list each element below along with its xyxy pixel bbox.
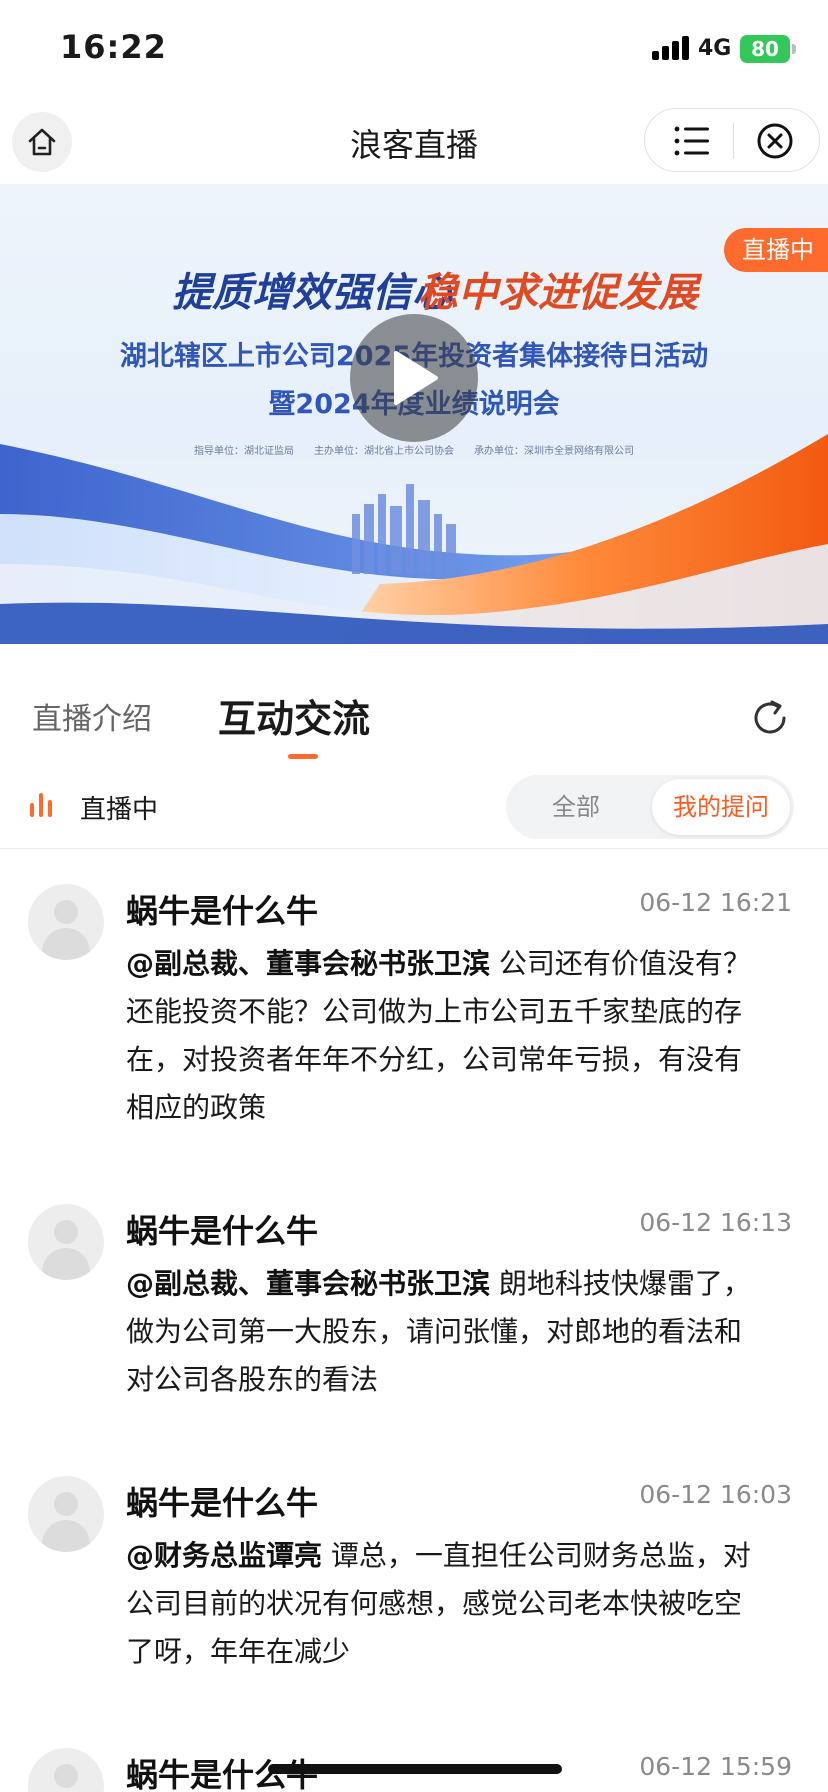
message-mention[interactable]: @副总裁、董事会秘书张卫滨 — [126, 947, 490, 980]
message-time: 06-12 15:59 — [639, 1752, 792, 1781]
battery-level: 80 — [751, 37, 779, 61]
filter-my-questions-button[interactable]: 我的提问 — [652, 779, 790, 835]
battery-icon: 80 — [740, 35, 790, 63]
avatar[interactable] — [28, 1748, 104, 1792]
refresh-icon[interactable] — [748, 696, 792, 740]
question-filter: 全部 我的提问 — [506, 775, 794, 839]
banner-slogan-right: 稳中求进促发展 — [418, 269, 698, 316]
banner-credits: 指导单位：湖北证监局 主办单位：湖北省上市公司协会 承办单位：深圳市全景网络有限… — [194, 446, 634, 457]
banner-slogan-left: 提质增效强信心 — [172, 269, 452, 316]
nav-bar: 浪客直播 — [0, 100, 828, 184]
close-icon[interactable] — [755, 121, 795, 161]
message-time: 06-12 16:21 — [639, 888, 792, 917]
play-icon — [394, 351, 438, 405]
avatar[interactable] — [28, 884, 104, 960]
message-mention[interactable]: @副总裁、董事会秘书张卫滨 — [126, 1267, 490, 1300]
message-author: 蜗牛是什么牛 — [126, 1212, 319, 1250]
play-button[interactable] — [350, 314, 478, 442]
message-text: @副总裁、董事会秘书张卫滨 朗地科技快爆雷了，做为公司第一大股东，请问张懂，对郎… — [126, 1260, 756, 1404]
network-label: 4G — [698, 36, 732, 61]
status-bar: 16:22 4G 80 — [0, 0, 828, 100]
message-author: 蜗牛是什么牛 — [126, 1484, 319, 1522]
message-time: 06-12 16:13 — [639, 1208, 792, 1237]
tab-bar: 直播介绍 互动交流 — [0, 644, 828, 764]
active-tab-indicator — [288, 754, 318, 759]
menu-icon[interactable] — [673, 123, 711, 159]
signal-icon — [652, 36, 690, 60]
message-time: 06-12 16:03 — [639, 1480, 792, 1509]
avatar[interactable] — [28, 1476, 104, 1552]
live-bars-icon — [30, 793, 54, 817]
live-status-label: 直播中 — [80, 795, 159, 825]
filter-bar: 直播中 全部 我的提问 — [0, 765, 828, 849]
message-text: @副总裁、董事会秘书张卫滨 公司还有价值没有？还能投资不能？公司做为上市公司五千… — [126, 940, 756, 1132]
filter-all-button[interactable]: 全部 — [506, 775, 646, 839]
mini-program-capsule — [644, 108, 820, 172]
live-badge: 直播中 — [724, 228, 828, 272]
message-author: 蜗牛是什么牛 — [126, 892, 319, 930]
avatar[interactable] — [28, 1204, 104, 1280]
status-time: 16:22 — [60, 28, 167, 66]
capsule-divider — [733, 123, 734, 159]
home-indicator[interactable] — [268, 1764, 562, 1774]
tab-interaction[interactable]: 互动交流 — [218, 688, 370, 743]
message-text: @财务总监谭亮 谭总，一直担任公司财务总监，对公司目前的状况有何感想，感觉公司老… — [126, 1532, 756, 1676]
tab-live-intro[interactable]: 直播介绍 — [32, 694, 152, 738]
live-video-banner[interactable]: 提质增效强信心 稳中求进促发展 湖北辖区上市公司2025年投资者集体接待日活动 … — [0, 184, 828, 644]
battery-cap — [792, 44, 796, 54]
message-mention[interactable]: @财务总监谭亮 — [126, 1539, 322, 1572]
